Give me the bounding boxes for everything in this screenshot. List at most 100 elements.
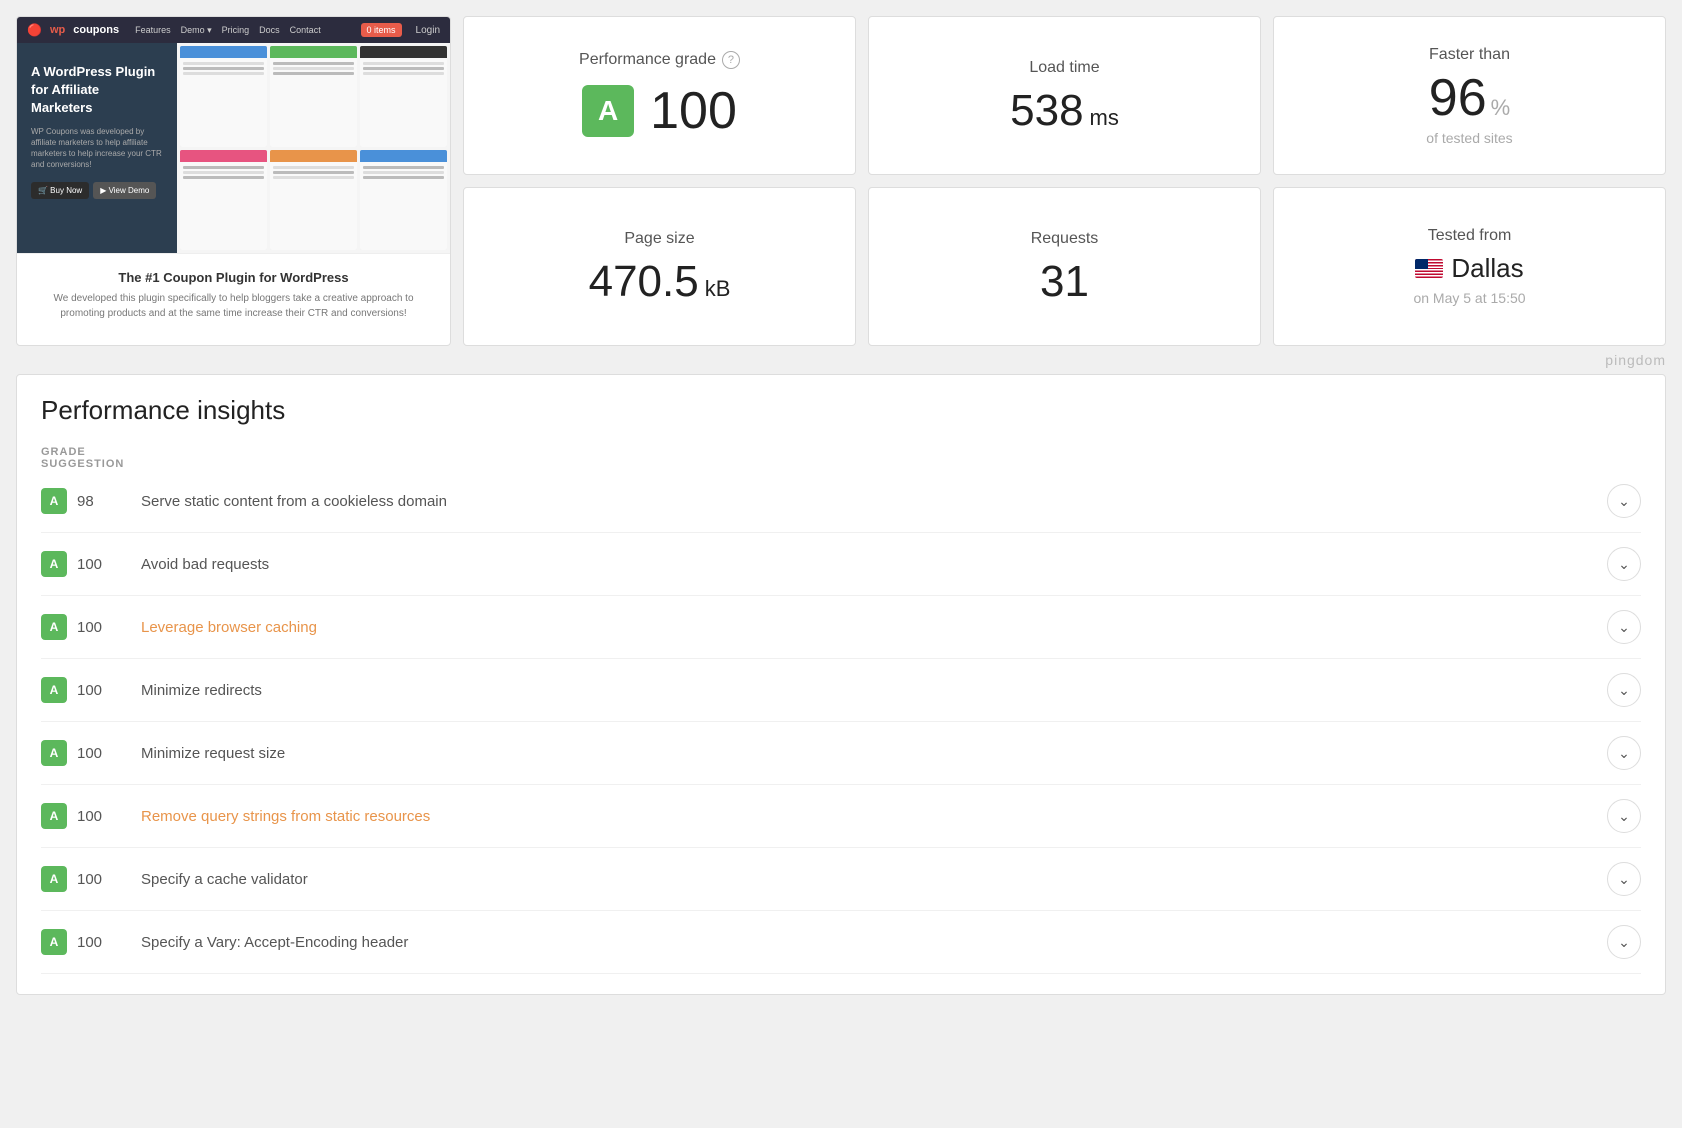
table-row: A100Remove query strings from static res… bbox=[41, 785, 1641, 848]
buy-now-button[interactable]: 🛒 Buy Now bbox=[31, 182, 89, 199]
faster-unit: % bbox=[1491, 95, 1511, 121]
page-size-unit: kB bbox=[705, 276, 731, 302]
website-preview-card: 🔴 wp coupons Features Demo ▾ Pricing Doc… bbox=[16, 16, 451, 346]
performance-grade-label: Performance grade ? bbox=[579, 51, 740, 69]
insight-grade-col: A100 bbox=[41, 614, 141, 640]
thumb-line bbox=[363, 171, 444, 174]
load-time-card: Load time 538 ms bbox=[868, 16, 1261, 175]
thumb-line bbox=[183, 171, 264, 174]
thumb-line bbox=[363, 72, 444, 75]
table-row: A100Avoid bad requests⌄ bbox=[41, 533, 1641, 596]
expand-button-7[interactable]: ⌄ bbox=[1607, 925, 1641, 959]
table-row: A100Minimize redirects⌄ bbox=[41, 659, 1641, 722]
load-time-value: 538 bbox=[1010, 89, 1083, 133]
grade-badge-3: A bbox=[41, 677, 67, 703]
insight-grade-col: A 100 bbox=[41, 929, 141, 955]
col-header-grade: GRADE bbox=[41, 446, 141, 458]
insight-suggestion-4: Minimize request size bbox=[141, 745, 1607, 762]
tested-from-label: Tested from bbox=[1428, 227, 1512, 245]
thumb-line bbox=[363, 176, 444, 179]
insight-suggestion-2[interactable]: Leverage browser caching bbox=[141, 619, 1607, 636]
preview-hero-left: A WordPress Plugin for Affiliate Markete… bbox=[17, 43, 177, 253]
insight-suggestion-5[interactable]: Remove query strings from static resourc… bbox=[141, 808, 1607, 825]
insight-score-1: 100 bbox=[77, 556, 102, 573]
pingdom-logo-text: pingdom bbox=[1605, 352, 1666, 368]
requests-label: Requests bbox=[1031, 230, 1099, 248]
expand-button-3[interactable]: ⌄ bbox=[1607, 673, 1641, 707]
site-nav-bar: 🔴 wp coupons Features Demo ▾ Pricing Doc… bbox=[17, 17, 450, 43]
table-row: A100Specify a cache validator⌄ bbox=[41, 848, 1641, 911]
performance-grade-card: Performance grade ? A 100 bbox=[463, 16, 856, 175]
hero-buttons: 🛒 Buy Now ▶ View Demo bbox=[31, 182, 163, 199]
table-row: A100Minimize request size⌄ bbox=[41, 722, 1641, 785]
nav-links: Features Demo ▾ Pricing Docs Contact bbox=[135, 25, 321, 36]
insight-grade-col: A98 bbox=[41, 488, 141, 514]
thumb-body-5 bbox=[270, 162, 357, 251]
logo-text: wp bbox=[50, 24, 65, 36]
grade-badge: A bbox=[582, 85, 634, 137]
load-time-value-row: 538 ms bbox=[1010, 89, 1119, 133]
grade-score: 100 bbox=[650, 81, 737, 141]
nav-features[interactable]: Features bbox=[135, 25, 171, 35]
pingdom-branding: pingdom bbox=[0, 346, 1682, 374]
load-time-unit: ms bbox=[1090, 105, 1119, 131]
thumb-4 bbox=[180, 150, 267, 251]
insight-score-7: 100 bbox=[77, 934, 102, 951]
insight-suggestion-6: Specify a cache validator bbox=[141, 871, 1607, 888]
logo-wp: 🔴 bbox=[27, 23, 42, 37]
nav-docs[interactable]: Docs bbox=[259, 25, 280, 35]
thumb-line bbox=[273, 62, 354, 65]
nav-pricing[interactable]: Pricing bbox=[222, 25, 250, 35]
grade-badge-0: A bbox=[41, 488, 67, 514]
thumb-header-4 bbox=[180, 150, 267, 162]
insight-score-2: 100 bbox=[77, 619, 102, 636]
thumb-header-1 bbox=[180, 46, 267, 58]
thumb-line bbox=[363, 67, 444, 70]
thumb-header-2 bbox=[270, 46, 357, 58]
table-row: A100Leverage browser caching⌄ bbox=[41, 596, 1641, 659]
expand-button-2[interactable]: ⌄ bbox=[1607, 610, 1641, 644]
login-link[interactable]: Login bbox=[416, 25, 440, 36]
thumb-line bbox=[273, 72, 354, 75]
expand-button-4[interactable]: ⌄ bbox=[1607, 736, 1641, 770]
grade-badge-7: A bbox=[41, 929, 67, 955]
insights-section: Performance insights GRADE SUGGESTION A9… bbox=[16, 374, 1666, 995]
top-section: 🔴 wp coupons Features Demo ▾ Pricing Doc… bbox=[0, 0, 1682, 346]
thumb-header-3 bbox=[360, 46, 447, 58]
logo-coupons: coupons bbox=[73, 24, 119, 36]
preview-thumbnails bbox=[177, 43, 450, 253]
performance-grade-text: Performance grade bbox=[579, 51, 716, 69]
expand-button-6[interactable]: ⌄ bbox=[1607, 862, 1641, 896]
column-headers: GRADE SUGGESTION bbox=[41, 446, 1641, 470]
insights-title: Performance insights bbox=[41, 395, 1641, 426]
requests-card: Requests 31 bbox=[868, 187, 1261, 346]
thumb-3 bbox=[360, 46, 447, 147]
cart-button[interactable]: 0 items bbox=[361, 23, 402, 37]
preview-content: A WordPress Plugin for Affiliate Markete… bbox=[17, 43, 450, 253]
thumb-2 bbox=[270, 46, 357, 147]
expand-button-1[interactable]: ⌄ bbox=[1607, 547, 1641, 581]
expand-button-0[interactable]: ⌄ bbox=[1607, 484, 1641, 518]
site-description: We developed this plugin specifically to… bbox=[33, 291, 434, 321]
thumb-line bbox=[183, 72, 264, 75]
view-demo-button[interactable]: ▶ View Demo bbox=[93, 182, 156, 199]
site-tagline: The #1 Coupon Plugin for WordPress bbox=[33, 270, 434, 285]
thumb-line bbox=[273, 166, 354, 169]
thumb-body-3 bbox=[360, 58, 447, 147]
faster-than-label: Faster than bbox=[1429, 46, 1510, 64]
insight-suggestion-1: Avoid bad requests bbox=[141, 556, 1607, 573]
tested-location-row: Dallas bbox=[1415, 253, 1523, 284]
thumb-line bbox=[183, 62, 264, 65]
expand-button-5[interactable]: ⌄ bbox=[1607, 799, 1641, 833]
insight-grade-col: A100 bbox=[41, 677, 141, 703]
nav-contact[interactable]: Contact bbox=[290, 25, 321, 35]
insight-suggestion-0: Serve static content from a cookieless d… bbox=[141, 493, 1607, 510]
faster-than-card: Faster than 96 % of tested sites bbox=[1273, 16, 1666, 175]
page-size-card: Page size 470.5 kB bbox=[463, 187, 856, 346]
help-icon[interactable]: ? bbox=[722, 51, 740, 69]
insight-score-6: 100 bbox=[77, 871, 102, 888]
tested-date: on May 5 at 15:50 bbox=[1413, 290, 1525, 306]
thumb-line bbox=[363, 62, 444, 65]
insight-score-4: 100 bbox=[77, 745, 102, 762]
nav-demo[interactable]: Demo ▾ bbox=[181, 25, 212, 36]
